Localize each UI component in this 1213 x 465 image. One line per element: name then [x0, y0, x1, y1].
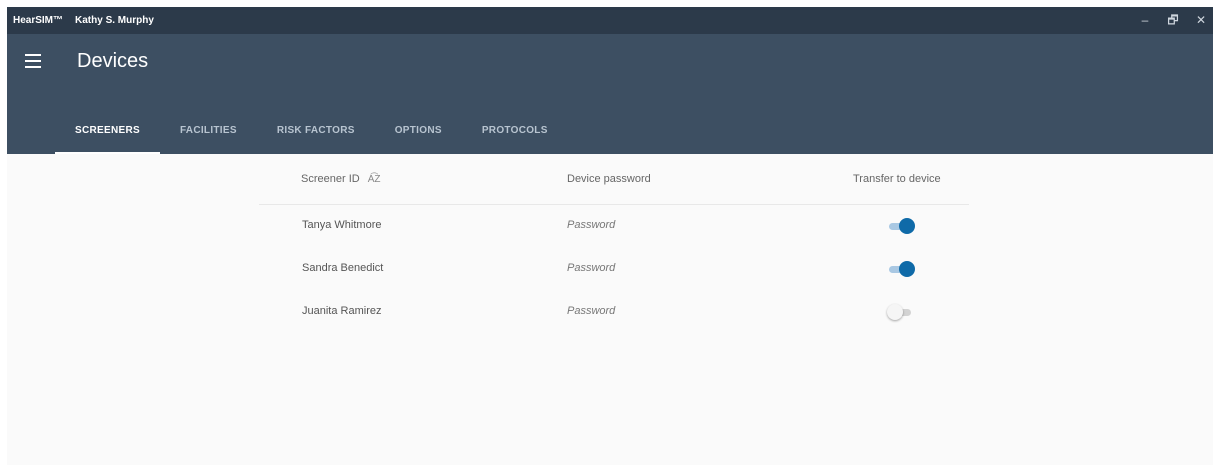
- column-transfer-to-device: Transfer to device: [853, 173, 941, 185]
- tab-protocols[interactable]: PROTOCOLS: [462, 109, 568, 154]
- screeners-table: Screener ID A͡Z Device password Transfer …: [259, 154, 969, 334]
- transfer-toggle[interactable]: [887, 217, 915, 235]
- tab-risk-factors[interactable]: RISK FACTORS: [257, 109, 375, 154]
- tab-bar: SCREENERS FACILITIES RISK FACTORS OPTION…: [55, 109, 568, 154]
- app-window: HearSIM™ Kathy S. Murphy – 🗗 ✕ Devices S…: [7, 7, 1213, 465]
- tab-screeners[interactable]: SCREENERS: [55, 109, 160, 154]
- sort-icon[interactable]: A͡Z: [368, 174, 381, 185]
- column-screener-id[interactable]: Screener ID A͡Z: [301, 173, 380, 185]
- table-row: Juanita Ramirez Password: [259, 291, 969, 334]
- window-controls: – 🗗 ✕: [1139, 7, 1207, 34]
- device-password-field[interactable]: Password: [567, 219, 615, 231]
- app-bar: Devices SCREENERS FACILITIES RISK FACTOR…: [7, 34, 1213, 154]
- menu-icon[interactable]: [25, 54, 41, 68]
- screener-name: Tanya Whitmore: [302, 219, 382, 231]
- screener-name: Juanita Ramirez: [302, 305, 382, 317]
- user-name: Kathy S. Murphy: [75, 15, 154, 26]
- table-row: Sandra Benedict Password: [259, 248, 969, 291]
- table-row: Tanya Whitmore Password: [259, 205, 969, 248]
- column-device-password: Device password: [567, 173, 651, 185]
- page-title: Devices: [77, 50, 149, 72]
- transfer-toggle[interactable]: [887, 303, 915, 321]
- title-bar: HearSIM™ Kathy S. Murphy – 🗗 ✕: [7, 7, 1213, 34]
- device-password-field[interactable]: Password: [567, 305, 615, 317]
- minimize-button[interactable]: –: [1139, 7, 1151, 34]
- restore-button[interactable]: 🗗: [1167, 7, 1179, 34]
- app-name: HearSIM™: [13, 15, 64, 26]
- tab-options[interactable]: OPTIONS: [375, 109, 462, 154]
- transfer-toggle[interactable]: [887, 260, 915, 278]
- device-password-field[interactable]: Password: [567, 262, 615, 274]
- table-header: Screener ID A͡Z Device password Transfer …: [259, 154, 969, 205]
- close-button[interactable]: ✕: [1195, 7, 1207, 34]
- tab-facilities[interactable]: FACILITIES: [160, 109, 257, 154]
- column-screener-id-label: Screener ID: [301, 173, 360, 185]
- screener-name: Sandra Benedict: [302, 262, 384, 274]
